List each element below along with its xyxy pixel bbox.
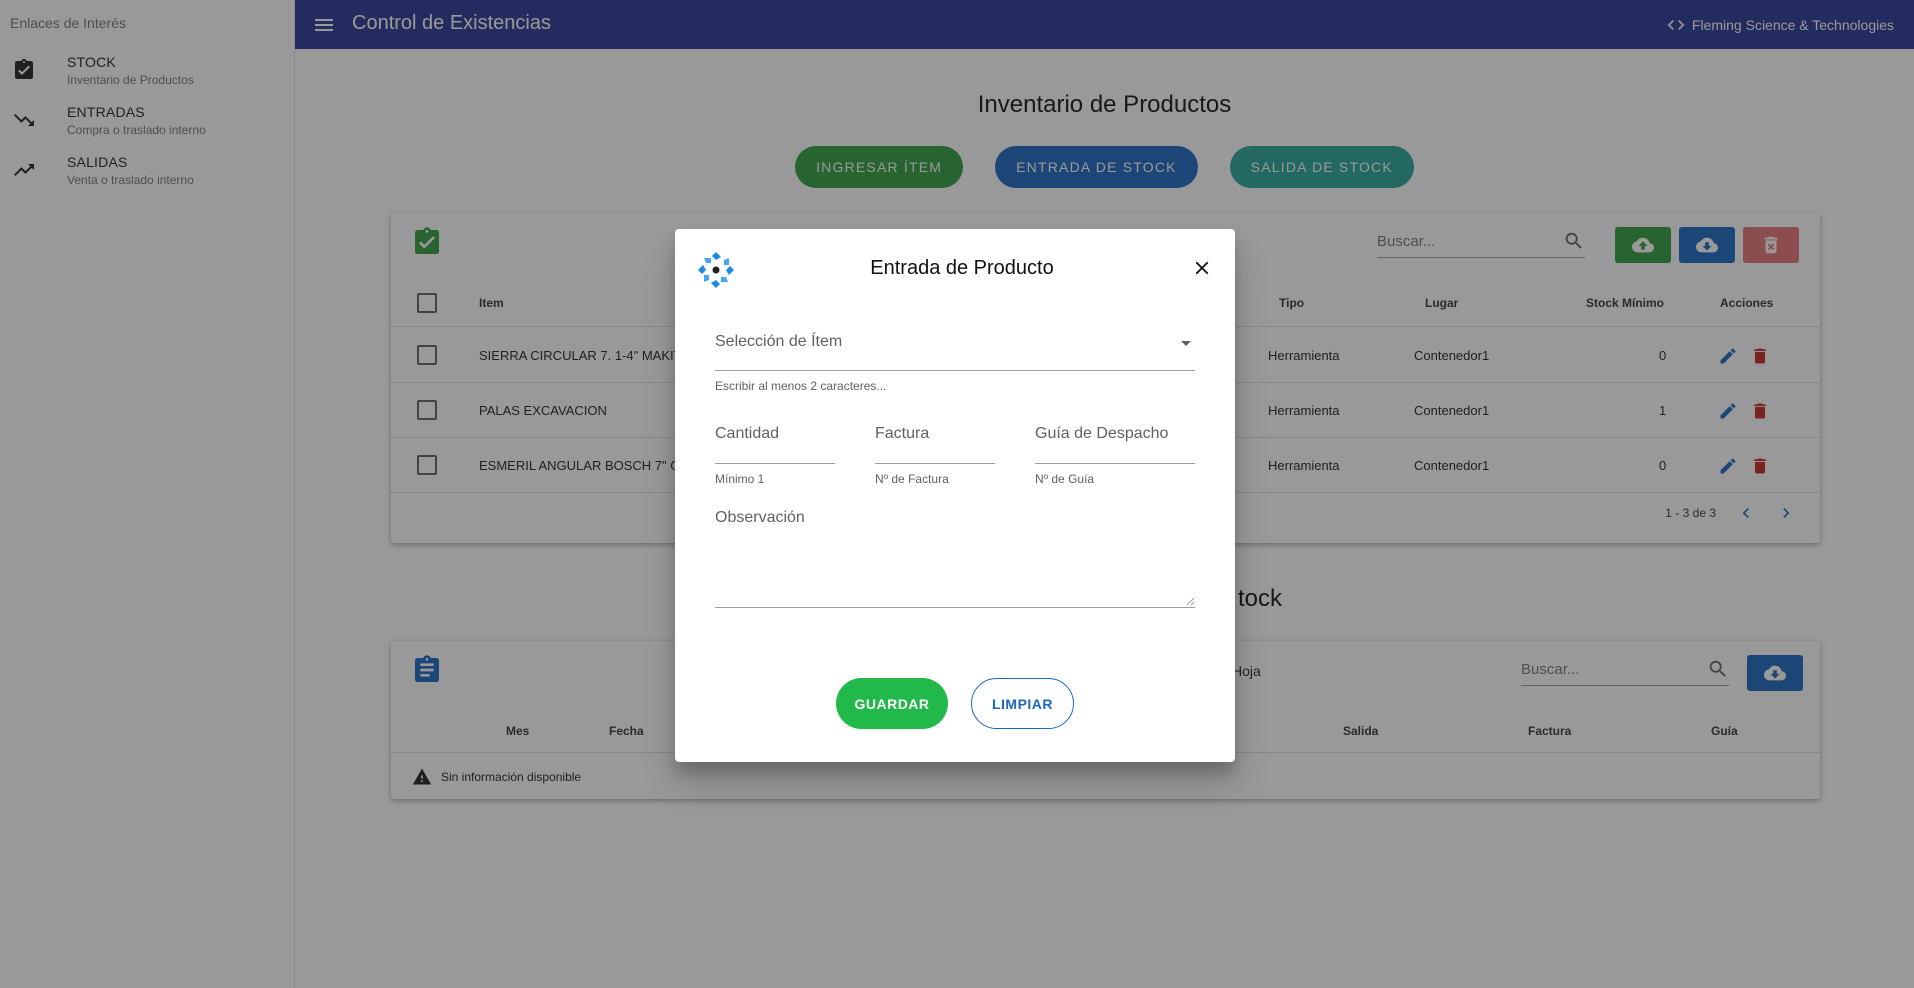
item-select-hint: Escribir al menos 2 caracteres... — [715, 379, 887, 393]
close-icon[interactable] — [1191, 257, 1213, 279]
guia-hint: Nº de Guía — [1035, 472, 1095, 486]
cantidad-hint: Mínimo 1 — [715, 472, 765, 486]
clear-button[interactable]: LIMPIAR — [971, 678, 1074, 729]
factura-label: Factura — [875, 425, 930, 442]
factura-field[interactable]: Factura — [875, 417, 995, 464]
resize-handle-icon[interactable] — [1185, 596, 1195, 606]
item-select[interactable]: Selección de Ítem — [715, 325, 1195, 371]
observacion-textarea[interactable]: Observación — [715, 501, 1195, 608]
cantidad-label: Cantidad — [715, 425, 780, 442]
guia-label: Guía de Despacho — [1035, 425, 1169, 442]
stock-in-dialog: Entrada de Producto Selección de Ítem Es… — [675, 229, 1235, 762]
save-button[interactable]: GUARDAR — [836, 678, 948, 729]
factura-hint: Nº de Factura — [875, 472, 949, 486]
cantidad-field[interactable]: Cantidad — [715, 417, 835, 464]
guia-field[interactable]: Guía de Despacho — [1035, 417, 1195, 464]
chevron-down-icon — [1181, 341, 1191, 346]
dialog-title: Entrada de Producto — [870, 257, 1054, 279]
item-select-label: Selección de Ítem — [715, 333, 843, 350]
observacion-label: Observación — [715, 509, 805, 526]
